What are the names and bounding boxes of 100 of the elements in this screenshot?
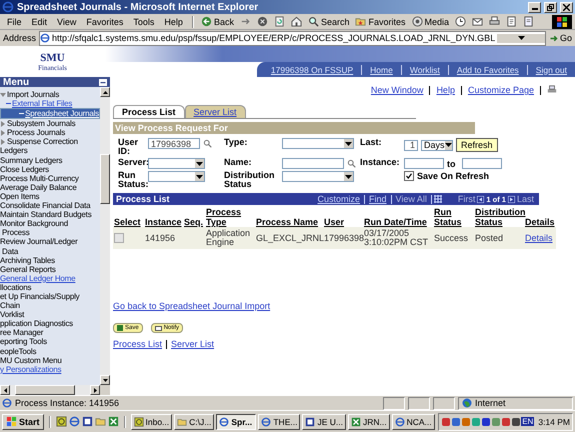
menu-bar-item[interactable]: View: [53, 16, 80, 26]
tray-icon[interactable]: [501, 416, 512, 426]
first-link[interactable]: First: [456, 194, 478, 204]
home-button[interactable]: [288, 16, 304, 27]
menu-item[interactable]: Review Journal/Ledger Data: [0, 237, 100, 256]
header-link[interactable]: 17996398 On FSSUP: [262, 64, 362, 74]
menu-folder-item[interactable]: Subsystem Journals: [0, 119, 100, 128]
taskbar-button[interactable]: Inbo...: [130, 414, 172, 430]
column-header[interactable]: Run Status: [433, 205, 474, 227]
checkbox[interactable]: [404, 171, 414, 181]
tray-icon[interactable]: [441, 416, 452, 426]
mail-button[interactable]: [470, 16, 486, 27]
menu-item[interactable]: MU Custom Menu: [0, 356, 100, 365]
menu-item[interactable]: Consolidate Financial Data: [0, 201, 100, 210]
quick-launch-button[interactable]: [108, 416, 119, 427]
scroll-right-icon[interactable]: [94, 388, 96, 392]
media-button[interactable]: Media: [410, 16, 452, 27]
header-link[interactable]: Worklist: [400, 64, 448, 74]
menu-link[interactable]: y Personalizations: [0, 364, 100, 374]
printer-icon[interactable]: [547, 85, 557, 95]
taskbar-button[interactable]: THE...: [258, 414, 300, 430]
footer-link[interactable]: Server List: [171, 339, 214, 349]
menu-item[interactable]: Monitor Background Process: [0, 219, 100, 238]
refresh-button[interactable]: Refresh: [456, 138, 498, 152]
menu-item[interactable]: eporting Tools: [0, 337, 100, 347]
search-icon[interactable]: [347, 159, 356, 168]
print-button[interactable]: [487, 16, 502, 27]
address-field[interactable]: http://sfqalc1.systems.smu.edu/psp/fssup/EMPLOYEE/ERP/c/PROCESS_JOURNALS.LOAD_JRNL_DYN.GBL: [39, 30, 546, 46]
menu-item[interactable]: pplication Diagnostics: [0, 319, 100, 328]
column-header[interactable]: User: [323, 205, 363, 227]
back-link[interactable]: Go back to Spreadsheet Journal Import: [113, 301, 270, 311]
dropdown-arrow-icon[interactable]: [344, 139, 353, 148]
search-button[interactable]: Search: [306, 16, 352, 27]
restore-button[interactable]: [544, 2, 557, 12]
menu-link[interactable]: General Ledger Home: [0, 274, 100, 283]
tab[interactable]: Process List: [113, 105, 185, 118]
menu-item[interactable]: Close Ledgers: [0, 164, 100, 174]
menu-item[interactable]: eopleTools: [0, 346, 100, 356]
menu-item[interactable]: Process Multi-Currency: [0, 174, 100, 183]
menu-item[interactable]: Average Daily Balance: [0, 182, 100, 192]
taskbar-button[interactable]: JRN...: [348, 414, 390, 430]
quick-launch-button[interactable]: [68, 416, 80, 427]
tray-icon[interactable]: [511, 416, 522, 426]
dropdown-arrow-icon[interactable]: [195, 172, 204, 181]
menu-item[interactable]: ree Manager: [0, 328, 100, 338]
unit-select[interactable]: Days: [421, 140, 453, 150]
menu-bar-item[interactable]: Help: [160, 16, 187, 26]
scrollbar-thumb[interactable]: [15, 385, 75, 395]
grid-icon[interactable]: [434, 195, 442, 203]
tab[interactable]: Server List: [184, 105, 246, 118]
quick-launch-button[interactable]: [56, 416, 67, 427]
grid-link[interactable]: View All: [394, 194, 429, 204]
instance-from-field[interactable]: [404, 158, 444, 169]
column-header[interactable]: Details: [524, 205, 556, 227]
page-link[interactable]: New Window: [370, 85, 424, 95]
last-field[interactable]: 1: [404, 140, 418, 150]
menu-item[interactable]: Maintain Standard Budgets: [0, 210, 100, 220]
menu-item[interactable]: Summary Ledgers: [0, 156, 100, 165]
column-header[interactable]: Select: [113, 205, 144, 227]
collapse-icon[interactable]: [99, 78, 107, 86]
header-link[interactable]: Sign out: [526, 64, 575, 74]
menu-link[interactable]: External Flat Files: [0, 99, 100, 108]
column-header[interactable]: Seq.: [183, 205, 205, 227]
menu-bar-item[interactable]: Tools: [129, 16, 158, 26]
next-icon[interactable]: [508, 196, 515, 202]
menu-item[interactable]: Archiving Tables: [0, 256, 100, 265]
scroll-left-icon[interactable]: [4, 388, 6, 392]
server-select[interactable]: [148, 158, 205, 169]
quick-launch-button[interactable]: [82, 416, 93, 427]
favorites-button[interactable]: Favorites: [353, 16, 408, 27]
dropdown-arrow-icon[interactable]: [344, 172, 353, 181]
minimize-button[interactable]: [528, 2, 541, 12]
menu-bar-item[interactable]: Edit: [28, 16, 52, 26]
menu-item[interactable]: llocations: [0, 282, 100, 292]
column-header[interactable]: Distribution Status: [474, 205, 524, 227]
start-button[interactable]: Start: [2, 414, 44, 430]
horizontal-scrollbar[interactable]: [0, 385, 110, 395]
column-header[interactable]: Process Name: [255, 205, 323, 227]
header-link[interactable]: Home: [361, 64, 401, 74]
menu-link[interactable]: Spreadsheet Journals: [0, 108, 100, 120]
page-link[interactable]: Help: [436, 85, 455, 95]
user-id-field[interactable]: 17996398: [148, 138, 200, 149]
menu-folder-item[interactable]: Process Journals: [0, 128, 100, 138]
menu-item[interactable]: et Up Financials/Supply Chain: [0, 292, 100, 310]
grid-link[interactable]: Customize: [316, 194, 362, 204]
page-link[interactable]: Customize Page: [468, 85, 534, 95]
dropdown-arrow-icon[interactable]: [444, 140, 452, 150]
scroll-up-icon[interactable]: [102, 90, 108, 94]
language-indicator[interactable]: EN: [521, 417, 534, 426]
column-header[interactable]: Instance: [144, 205, 183, 227]
last-link[interactable]: Last: [514, 194, 536, 204]
tray-icon[interactable]: [481, 416, 492, 426]
taskbar-button[interactable]: NCA...: [392, 414, 435, 430]
instance-to-field[interactable]: [462, 158, 502, 169]
run-status-select[interactable]: [148, 171, 205, 182]
previous-icon[interactable]: [477, 196, 484, 202]
taskbar-button[interactable]: Spr...: [216, 414, 256, 430]
menu-folder-item[interactable]: Suspense Correction: [0, 137, 100, 146]
vertical-scrollbar[interactable]: [100, 87, 110, 385]
header-link[interactable]: Add to Favorites: [448, 64, 527, 74]
